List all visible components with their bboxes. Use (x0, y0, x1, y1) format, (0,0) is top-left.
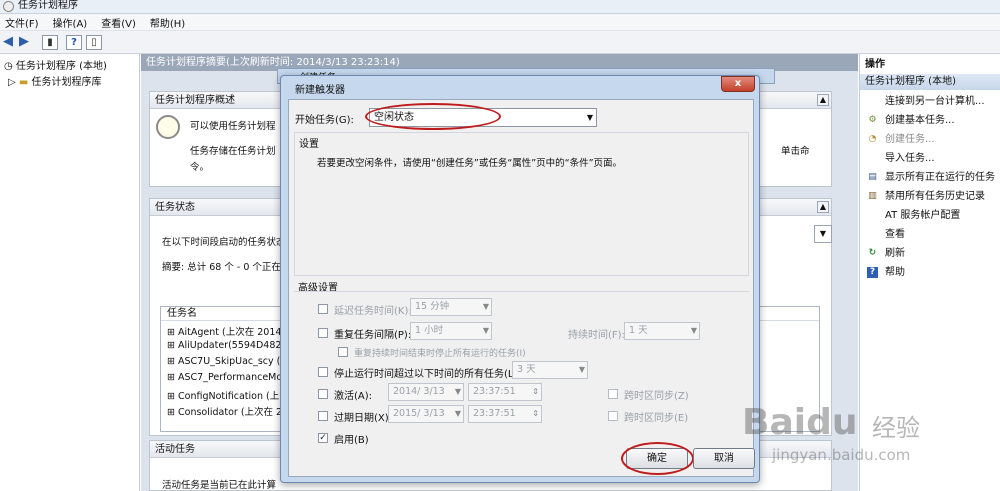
advanced-group: 高级设置 延迟任务时间(K): 15 分钟 ▼ 重复任务间隔(P): 1 小时 ▼ … (294, 277, 749, 467)
clock-icon: ◔ (868, 134, 877, 144)
expand-icon: ⊞ (167, 372, 175, 383)
delay-select[interactable]: 15 分钟 ▼ (410, 298, 492, 316)
close-icon[interactable]: x (721, 76, 755, 92)
collapse-icon[interactable]: ▲ (817, 94, 829, 106)
start-task-label: 开始任务(G): (295, 115, 354, 126)
menu-help[interactable]: 帮助(H) (150, 15, 185, 30)
action-connect[interactable]: 连接到另一台计算机... (860, 92, 1000, 111)
action-create-task[interactable]: ◔ 创建任务... (860, 130, 1000, 149)
menu-file[interactable]: 文件(F) (5, 15, 39, 30)
enabled-checkbox[interactable]: ✓ (318, 433, 328, 443)
settings-group: 设置 若要更改空闲条件，请使用“创建任务”或任务“属性”页中的“条件”页面。 (294, 132, 749, 276)
table-row[interactable]: ⊞ Consolidator (上次在 2 (167, 404, 282, 418)
delay-checkbox[interactable] (318, 304, 328, 314)
dropdown-arrow-icon: ▼ (586, 113, 593, 122)
expand-icon: ⊞ (167, 356, 175, 367)
expand-icon: ⊞ (167, 407, 175, 418)
clock-icon (156, 115, 180, 139)
refresh-icon: ↻ (868, 248, 877, 258)
table-row[interactable]: ⊞ ASC7_PerformanceMo (167, 372, 282, 383)
toolbar: ◀ ▶ ▮ ? ▯ (0, 31, 1000, 54)
action-show-running[interactable]: ▤ 显示所有正在运行的任务 (860, 168, 1000, 187)
tree-library[interactable]: ▷ ▬ 任务计划程序库 (8, 73, 102, 88)
collapse-icon[interactable]: ▲ (817, 201, 829, 213)
actions-section[interactable]: 任务计划程序 (本地) (860, 74, 1000, 90)
expire-date[interactable]: 2015/ 3/13 ▼ (388, 405, 464, 423)
action-help[interactable]: ? 帮助 (860, 263, 1000, 282)
action-refresh[interactable]: ↻ 刷新 (860, 244, 1000, 263)
table-row[interactable]: ⊞ AliUpdater(5594D482- (167, 340, 285, 351)
table-row[interactable]: ⊞ ConfigNotification (上 (167, 388, 279, 402)
gear-icon: ⚙ (868, 115, 877, 125)
action-icon (867, 153, 878, 164)
period-dropdown-icon[interactable]: ▼ (814, 225, 832, 243)
repeat-select[interactable]: 1 小时 ▼ (410, 322, 492, 340)
console-tree-icon[interactable]: ▮ (42, 35, 58, 50)
highlight-ellipse (365, 103, 501, 130)
action-disable-history[interactable]: ▥ 禁用所有任务历史记录 (860, 187, 1000, 206)
action-pane-icon[interactable]: ▯ (86, 35, 102, 50)
action-icon (867, 229, 878, 240)
watermark-logo: Baidu (742, 402, 858, 443)
duration-select[interactable]: 1 天 ▼ (624, 322, 700, 340)
highlight-ellipse (621, 442, 694, 475)
clock-icon: ◷ (4, 61, 13, 72)
stop-long-select[interactable]: 3 天 ▼ (512, 361, 588, 379)
expire-time[interactable]: 23:37:51 ⇕ (468, 405, 542, 423)
folder-icon: ▬ (18, 77, 29, 88)
watermark-cn: 经验 (872, 414, 920, 442)
history-icon: ▥ (868, 191, 877, 201)
table-row[interactable]: ⊞ ASC7U_SkipUac_scy ( (167, 356, 280, 367)
cancel-button[interactable]: 取消 (693, 448, 755, 469)
menu-view[interactable]: 查看(V) (101, 15, 136, 30)
tree-root[interactable]: ◷ 任务计划程序 (本地) (4, 57, 107, 72)
menu-bar: 文件(F) 操作(A) 查看(V) 帮助(H) (0, 14, 1000, 31)
back-arrow-icon[interactable]: ◀ (3, 34, 13, 49)
dialog-body: 开始任务(G): 空闲状态 ▼ 设置 若要更改空闲条件，请使用“创建任务”或任务… (288, 99, 755, 477)
repeat-checkbox[interactable] (318, 328, 328, 338)
activate-checkbox[interactable] (318, 389, 328, 399)
action-icon (867, 210, 878, 221)
action-import[interactable]: 导入任务... (860, 149, 1000, 168)
expire-checkbox[interactable] (318, 411, 328, 421)
expand-icon: ⊞ (167, 391, 175, 402)
title-bar: 任务计划程序 (0, 0, 1000, 14)
sync-timezone-checkbox[interactable] (608, 389, 618, 399)
forward-arrow-icon[interactable]: ▶ (19, 34, 29, 49)
expand-arrow-icon[interactable]: ▷ (8, 77, 16, 88)
console-tree: ◷ 任务计划程序 (本地) ▷ ▬ 任务计划程序库 (0, 54, 140, 491)
dialog-title: 新建触发器 (295, 85, 345, 96)
actions-title: 操作 (865, 59, 885, 70)
watermark-url: jingyan.baidu.com (772, 446, 911, 464)
table-row[interactable]: ⊞ AitAgent (上次在 2014 (167, 324, 281, 338)
action-at-config[interactable]: AT 服务帐户配置 (860, 206, 1000, 225)
expand-icon: ⊞ (167, 327, 175, 338)
activate-time[interactable]: 23:37:51 ⇕ (468, 383, 542, 401)
action-view[interactable]: 查看 (860, 225, 1000, 244)
app-icon (3, 1, 14, 12)
help-icon: ? (867, 267, 878, 278)
action-create-basic[interactable]: ⚙ 创建基本任务... (860, 111, 1000, 130)
settings-label: 设置 (299, 139, 319, 150)
stop-repeat-checkbox[interactable] (338, 347, 348, 357)
menu-action[interactable]: 操作(A) (53, 15, 88, 30)
help-icon[interactable]: ? (66, 35, 82, 50)
list-icon: ▤ (868, 172, 877, 182)
settings-text: 若要更改空闲条件，请使用“创建任务”或任务“属性”页中的“条件”页面。 (317, 158, 623, 169)
new-trigger-dialog: 新建触发器 x 开始任务(G): 空闲状态 ▼ 设置 若要更改空闲条件，请使用“… (280, 75, 760, 483)
window-title: 任务计划程序 (18, 0, 78, 11)
stop-long-checkbox[interactable] (318, 367, 328, 377)
expand-icon: ⊞ (167, 340, 175, 351)
action-icon (867, 96, 878, 107)
activate-date[interactable]: 2014/ 3/13 ▼ (388, 383, 464, 401)
sync-timezone-checkbox[interactable] (608, 411, 618, 421)
